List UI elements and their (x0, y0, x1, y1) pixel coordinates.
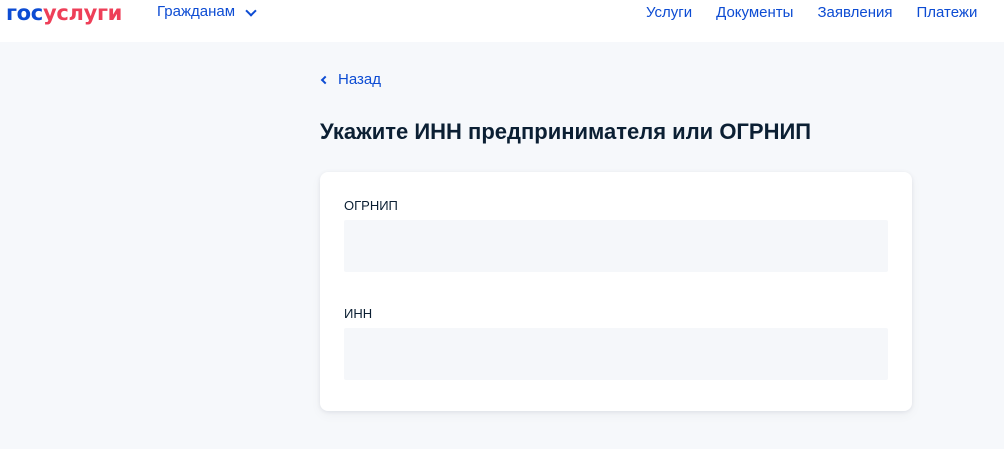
audience-dropdown[interactable]: Гражданам (157, 3, 257, 21)
inn-label: ИНН (344, 306, 373, 321)
nav-documents[interactable]: Документы (716, 4, 793, 22)
gosuslugi-logo[interactable]: госуслуги (6, 0, 122, 26)
inn-input[interactable] (344, 328, 888, 380)
ogrnip-input[interactable] (344, 220, 888, 272)
header: госуслуги Гражданам Услуги Документы Зая… (0, 0, 1004, 42)
nav-services[interactable]: Услуги (646, 4, 692, 22)
nav-payments[interactable]: Платежи (917, 4, 978, 22)
audience-label: Гражданам (157, 3, 236, 20)
chevron-down-icon (245, 4, 257, 17)
logo-part-gos: гос (6, 1, 43, 25)
nav-applications[interactable]: Заявления (817, 4, 892, 22)
logo-part-uslugi: услуги (42, 1, 123, 25)
chevron-left-icon (320, 75, 330, 85)
form-card: ОГРНИП ИНН (320, 172, 912, 411)
page-title: Укажите ИНН предпринимателя или ОГРНИП (320, 119, 812, 144)
back-link[interactable]: Назад (320, 71, 381, 89)
ogrnip-label: ОГРНИП (344, 198, 398, 213)
back-label: Назад (338, 71, 381, 88)
top-nav: Услуги Документы Заявления Платежи (646, 4, 1001, 22)
